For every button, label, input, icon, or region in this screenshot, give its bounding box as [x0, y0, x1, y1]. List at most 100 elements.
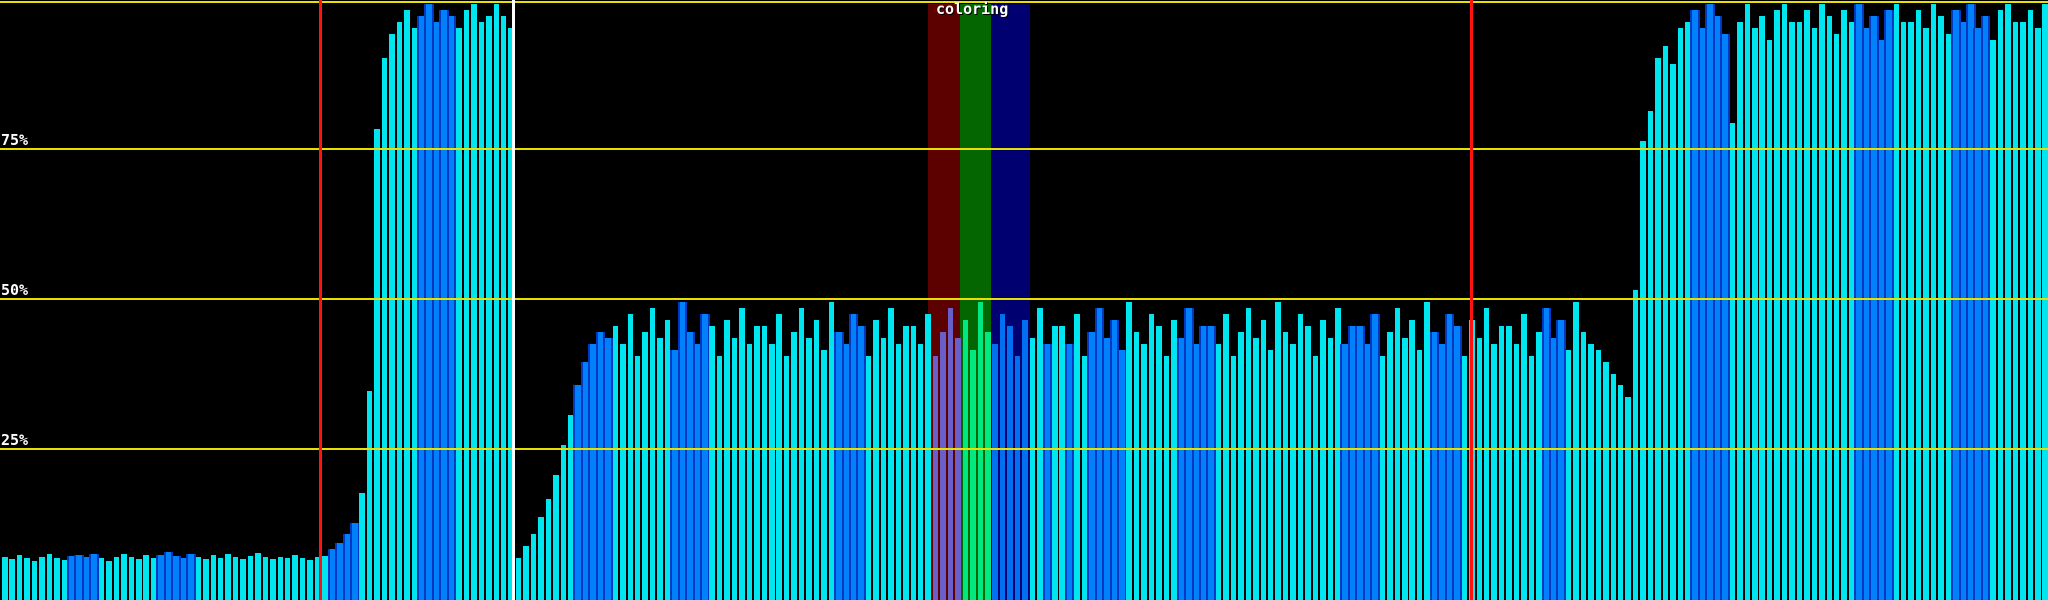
bar	[9, 559, 15, 600]
bar	[1133, 331, 1140, 600]
bar	[1394, 307, 1401, 600]
bar	[702, 313, 708, 600]
bar	[203, 559, 209, 600]
bar	[389, 33, 395, 600]
bar	[500, 15, 507, 600]
bar	[1692, 9, 1698, 600]
bar	[1074, 313, 1080, 600]
bar	[538, 516, 544, 600]
bar	[1826, 15, 1832, 600]
bar	[1752, 27, 1758, 600]
bar	[1059, 325, 1065, 600]
bar	[843, 343, 849, 600]
bar	[322, 555, 328, 600]
bar	[61, 560, 68, 600]
bar	[1513, 343, 1520, 600]
bar	[1230, 355, 1237, 600]
bar	[426, 4, 432, 600]
bar	[1774, 9, 1780, 600]
bar	[374, 129, 380, 600]
bar	[1372, 313, 1378, 600]
bar	[1677, 27, 1684, 600]
bar	[1506, 325, 1512, 600]
bar	[716, 355, 723, 600]
bar	[1573, 302, 1579, 600]
bar	[1297, 313, 1304, 600]
bar	[1290, 343, 1296, 600]
bar	[553, 474, 559, 600]
bar	[143, 555, 149, 600]
gridline	[0, 448, 2048, 450]
bar	[1863, 27, 1870, 600]
bar	[1119, 349, 1125, 600]
bar	[627, 313, 634, 600]
bar	[932, 355, 939, 600]
bar	[1603, 361, 1609, 600]
bar	[1982, 15, 1989, 600]
bar	[1617, 385, 1624, 600]
bar	[1402, 337, 1408, 600]
bar	[1521, 313, 1527, 600]
white-marker-line	[512, 0, 515, 600]
bar	[352, 522, 358, 600]
bar	[1208, 325, 1214, 600]
bar	[419, 15, 425, 600]
bar	[947, 307, 954, 600]
bar	[865, 355, 872, 600]
bar	[1387, 331, 1393, 600]
bar	[1491, 343, 1497, 600]
bar	[590, 343, 596, 600]
ytick-label-50: 50%	[1, 281, 29, 299]
bar	[188, 554, 194, 600]
bar	[478, 21, 485, 600]
bar	[530, 534, 537, 600]
red-marker-line	[1470, 0, 1473, 600]
bar	[359, 492, 365, 600]
bar	[1945, 33, 1952, 600]
bar	[769, 343, 775, 600]
bar	[1141, 343, 1147, 600]
bar	[329, 549, 336, 600]
bar	[299, 557, 306, 600]
bar	[1148, 313, 1155, 600]
bar	[1052, 325, 1058, 600]
bar	[1335, 307, 1341, 600]
bar	[1789, 21, 1795, 600]
bar	[1111, 319, 1118, 600]
bar	[1349, 325, 1356, 600]
bar	[1595, 349, 1602, 600]
bar	[1737, 21, 1743, 600]
bar	[2027, 9, 2034, 600]
bar	[1253, 337, 1259, 600]
bar	[1357, 325, 1363, 600]
bar	[977, 302, 984, 600]
bar	[776, 313, 782, 600]
bar	[255, 552, 261, 600]
bar	[1796, 21, 1803, 600]
bar	[83, 557, 90, 600]
bar	[1811, 27, 1818, 600]
bar	[567, 415, 574, 600]
bar	[985, 331, 991, 600]
bar	[1536, 331, 1542, 600]
bar	[1461, 355, 1468, 600]
bar	[493, 4, 499, 600]
bar	[1714, 15, 1721, 600]
bar	[262, 557, 269, 600]
bar	[1424, 302, 1430, 600]
bar	[1483, 307, 1490, 600]
bar	[448, 15, 455, 600]
bar	[128, 556, 135, 600]
bar	[1558, 319, 1564, 600]
bar	[284, 558, 291, 600]
bar	[731, 337, 738, 600]
bar	[344, 534, 351, 600]
bar	[672, 349, 678, 600]
bar	[307, 560, 313, 600]
bar	[1893, 4, 1900, 600]
bar	[1550, 337, 1557, 600]
gridline	[0, 148, 2048, 150]
bar	[1431, 331, 1438, 600]
bar	[1171, 319, 1177, 600]
bar	[1260, 319, 1267, 600]
